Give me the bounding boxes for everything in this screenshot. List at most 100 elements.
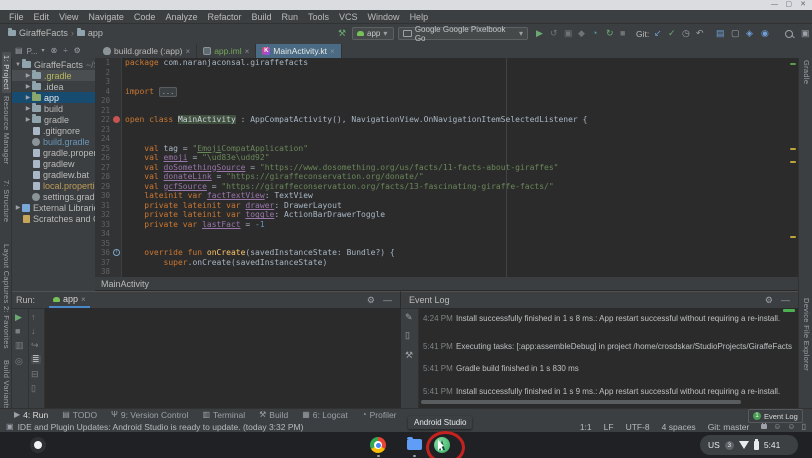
layout-inspector-icon[interactable]: ▢ (731, 29, 740, 38)
expand-collapse-icon[interactable]: ÷ (63, 47, 67, 55)
tree-expand-arrow-icon[interactable]: ▶ (24, 72, 32, 79)
rerun-app-icon[interactable]: ▶ (15, 313, 22, 322)
menu-help[interactable]: Help (405, 12, 434, 22)
tree-expand-arrow-icon[interactable]: ▶ (24, 116, 32, 123)
update-info-icon[interactable]: ▣ (6, 423, 14, 431)
indent-setting[interactable]: 4 spaces (662, 422, 696, 432)
tree-item-build[interactable]: ▶build (12, 103, 95, 114)
stripe-gradle[interactable]: Gradle (802, 60, 811, 84)
project-view-dropdown[interactable]: P... (27, 47, 38, 56)
rerun-icon[interactable]: ↺ (550, 29, 558, 38)
tree-item-gradle[interactable]: ▶gradle (12, 114, 95, 125)
code-editor[interactable]: 12342021222324252627282930313233343536↑3… (95, 58, 798, 277)
search-everywhere-icon[interactable] (785, 30, 793, 38)
tab-mainactivity-kt[interactable]: KMainActivity.kt× (256, 44, 341, 58)
close-tab-icon[interactable]: × (330, 47, 335, 56)
toolwindow-6-logcat[interactable]: ▦6: Logcat (302, 410, 348, 420)
launcher-button[interactable] (30, 437, 46, 453)
tree-expand-arrow-icon[interactable]: ▶ (24, 83, 32, 90)
sdk-manager-icon[interactable]: ◈ (746, 29, 753, 38)
scroll-end-icon[interactable]: ≣ (31, 355, 41, 364)
maximize-window-icon[interactable]: ▢ (785, 1, 792, 9)
filter-events-icon[interactable]: ✎ (405, 313, 413, 322)
close-tab-icon[interactable]: × (186, 47, 191, 56)
sync-project-icon[interactable]: ▤ (716, 29, 725, 38)
gear-icon[interactable]: ⚙ (367, 295, 375, 306)
toolwindow-9-version-control[interactable]: Ψ9: Version Control (111, 410, 188, 420)
notifications-icon[interactable]: ▣ (801, 29, 810, 38)
horizontal-scrollbar[interactable] (421, 400, 741, 404)
tree-item--idea[interactable]: ▶.idea (12, 81, 95, 92)
event-log-notification-chip[interactable]: 1 Event Log (748, 409, 803, 423)
minimize-window-icon[interactable]: — (771, 1, 778, 9)
event-log-content[interactable]: 4:24 PMInstall successfully finished in … (419, 308, 798, 408)
stripe-device-file-explorer[interactable]: Device File Explorer (802, 298, 811, 371)
breadcrumb-project[interactable]: GiraffeFacts (19, 28, 68, 38)
minimize-icon[interactable]: — (383, 295, 392, 305)
tree-expand-arrow-icon[interactable]: ▶ (24, 94, 32, 101)
menu-run[interactable]: Run (277, 12, 304, 22)
clear-console-icon[interactable]: ▯ (31, 384, 36, 393)
stripe-1-project[interactable]: 1: Project (2, 52, 11, 93)
tree-expand-arrow-icon[interactable]: ▶ (24, 105, 32, 112)
tree-item--gradle[interactable]: ▶.gradle (12, 70, 95, 81)
breadcrumb-app[interactable]: app (88, 28, 103, 38)
tree-item-gradlew-bat[interactable]: gradlew.bat (12, 169, 95, 180)
readonly-lock-icon[interactable] (761, 424, 767, 429)
menu-edit[interactable]: Edit (29, 12, 55, 22)
eventlog-wrench-icon[interactable]: ⚒ (405, 351, 413, 360)
menu-refactor[interactable]: Refactor (202, 12, 246, 22)
menu-window[interactable]: Window (363, 12, 405, 22)
close-window-icon[interactable]: ✕ (800, 1, 806, 9)
menu-navigate[interactable]: Navigate (83, 12, 129, 22)
toolwindow-profiler[interactable]: ◔Profiler (362, 410, 397, 420)
soft-wrap-icon[interactable]: ↪ (31, 341, 39, 350)
minimize-icon[interactable]: — (781, 295, 790, 305)
menu-view[interactable]: View (54, 12, 83, 22)
menu-file[interactable]: File (4, 12, 29, 22)
files-app-icon[interactable] (407, 439, 422, 450)
rollback-icon[interactable]: ↶ (696, 29, 704, 38)
smiley-icon[interactable]: ☺ (773, 422, 781, 431)
restore-layout-icon[interactable]: ▥ (15, 341, 24, 350)
print-icon[interactable]: ⊟ (31, 370, 39, 379)
tree-item-local-properties[interactable]: local.properties (12, 180, 95, 191)
close-tab-icon[interactable]: × (245, 47, 250, 56)
caret-position[interactable]: 1:1 (580, 422, 592, 432)
menu-build[interactable]: Build (246, 12, 276, 22)
debug-icon[interactable]: ◆ (578, 29, 585, 38)
up-stack-icon[interactable]: ↑ (31, 313, 36, 322)
stripe-7-structure[interactable]: 7: Structure (2, 180, 11, 222)
build-hammer-icon[interactable]: ⚒ (338, 29, 346, 38)
tree-item-gradlew[interactable]: gradlew (12, 158, 95, 169)
menu-analyze[interactable]: Analyze (160, 12, 202, 22)
run-icon[interactable]: ▶ (536, 29, 543, 38)
tree-item--gitignore[interactable]: .gitignore (12, 125, 95, 136)
device-select[interactable]: Google Google Pixelbook Go ▾ (398, 27, 528, 40)
down-stack-icon[interactable]: ↓ (31, 327, 36, 336)
smiley-icon[interactable]: ☺ (787, 422, 795, 431)
run-console[interactable] (45, 308, 400, 408)
run-configuration-select[interactable]: app ▾ (352, 27, 394, 40)
stripe-build-variants[interactable]: Build Variants (2, 360, 11, 410)
git-branch[interactable]: Git: master (708, 422, 750, 432)
clear-events-icon[interactable]: ▯ (405, 331, 410, 340)
stop-icon[interactable]: ■ (620, 29, 625, 38)
coverage-icon[interactable]: ▣ (564, 29, 573, 38)
editor-breadcrumb-item[interactable]: MainActivity (101, 279, 149, 289)
update-project-icon[interactable]: ↙ (654, 29, 662, 38)
chrome-icon[interactable] (370, 437, 386, 453)
commit-icon[interactable]: ✓ (668, 29, 676, 38)
panel-settings-icon[interactable]: ⚙ (74, 47, 81, 55)
tree-item-gradle-properties[interactable]: gradle.properties (12, 147, 95, 158)
line-ending[interactable]: LF (604, 422, 614, 432)
stop-app-icon[interactable]: ■ (15, 327, 20, 336)
stripe-resource-manager[interactable]: Resource Manager (2, 96, 11, 165)
tree-item-giraffefacts[interactable]: ▼GiraffeFacts~/S (12, 59, 95, 70)
tab-app-iml[interactable]: app.iml× (197, 44, 256, 58)
menu-tools[interactable]: Tools (303, 12, 334, 22)
stripe-layout-captures[interactable]: Layout Captures (2, 244, 11, 304)
tab-build-gradle-app-[interactable]: build.gradle (:app)× (97, 44, 197, 58)
tree-item-external-libraries[interactable]: ▶External Libraries (12, 202, 95, 213)
toolwindow-4-run[interactable]: ▶4: Run (14, 410, 48, 420)
